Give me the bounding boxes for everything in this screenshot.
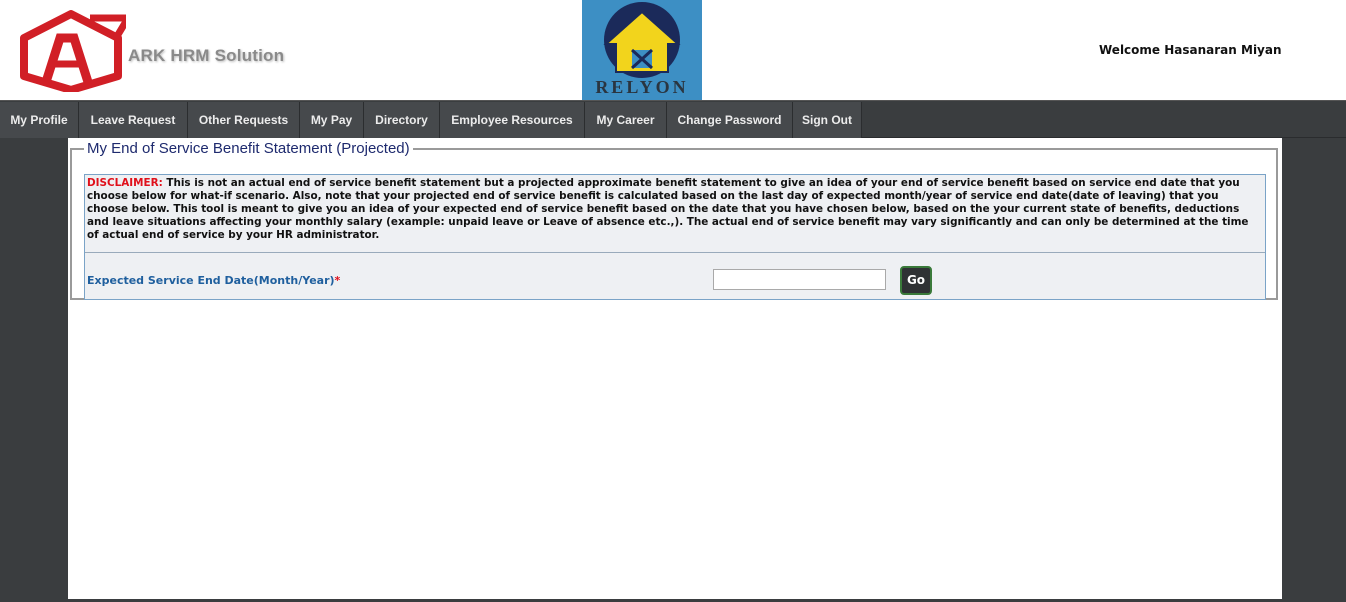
house-tools-icon — [603, 2, 681, 78]
main-content: My End of Service Benefit Statement (Pro… — [68, 138, 1282, 599]
relyon-logo: RELYON — [582, 0, 702, 100]
service-end-date-input[interactable] — [713, 269, 886, 290]
fieldset-legend: My End of Service Benefit Statement (Pro… — [87, 140, 410, 157]
disclaimer-label: DISCLAIMER: — [87, 177, 163, 189]
nav-other-requests[interactable]: Other Requests — [188, 102, 300, 138]
required-marker: * — [334, 274, 341, 287]
main-nav: My Profile Leave Request Other Requests … — [0, 100, 1346, 138]
nav-leave-request[interactable]: Leave Request — [79, 102, 188, 138]
nav-employee-resources[interactable]: Employee Resources — [440, 102, 585, 138]
partner-text: RELYON — [595, 77, 689, 97]
nav-sign-out[interactable]: Sign Out — [793, 102, 862, 138]
ark-logo: ARK HRM Solution — [16, 8, 316, 94]
nav-my-career[interactable]: My Career — [585, 102, 667, 138]
logo-text: ARK HRM Solution — [128, 46, 285, 65]
nav-directory[interactable]: Directory — [364, 102, 440, 138]
disclaimer-body: This is not an actual end of service ben… — [87, 177, 1249, 241]
ark-logo-icon — [20, 10, 135, 94]
eosb-fieldset: My End of Service Benefit Statement (Pro… — [70, 140, 1278, 300]
service-end-date-label-text: Expected Service End Date(Month/Year) — [87, 274, 335, 287]
welcome-text: Welcome Hasanaran Miyan — [1099, 43, 1282, 57]
disclaimer-text: DISCLAIMER: This is not an actual end of… — [87, 177, 1257, 242]
nav-my-pay[interactable]: My Pay — [300, 102, 364, 138]
service-end-date-label: Expected Service End Date(Month/Year)* — [87, 274, 340, 287]
divider — [85, 252, 1265, 253]
nav-my-profile[interactable]: My Profile — [0, 102, 79, 138]
nav-change-password[interactable]: Change Password — [667, 102, 793, 138]
form-panel: DISCLAIMER: This is not an actual end of… — [84, 174, 1266, 300]
go-button[interactable]: Go — [900, 266, 932, 295]
header: ARK HRM Solution RELYON Welcome Hasanara… — [0, 0, 1346, 100]
